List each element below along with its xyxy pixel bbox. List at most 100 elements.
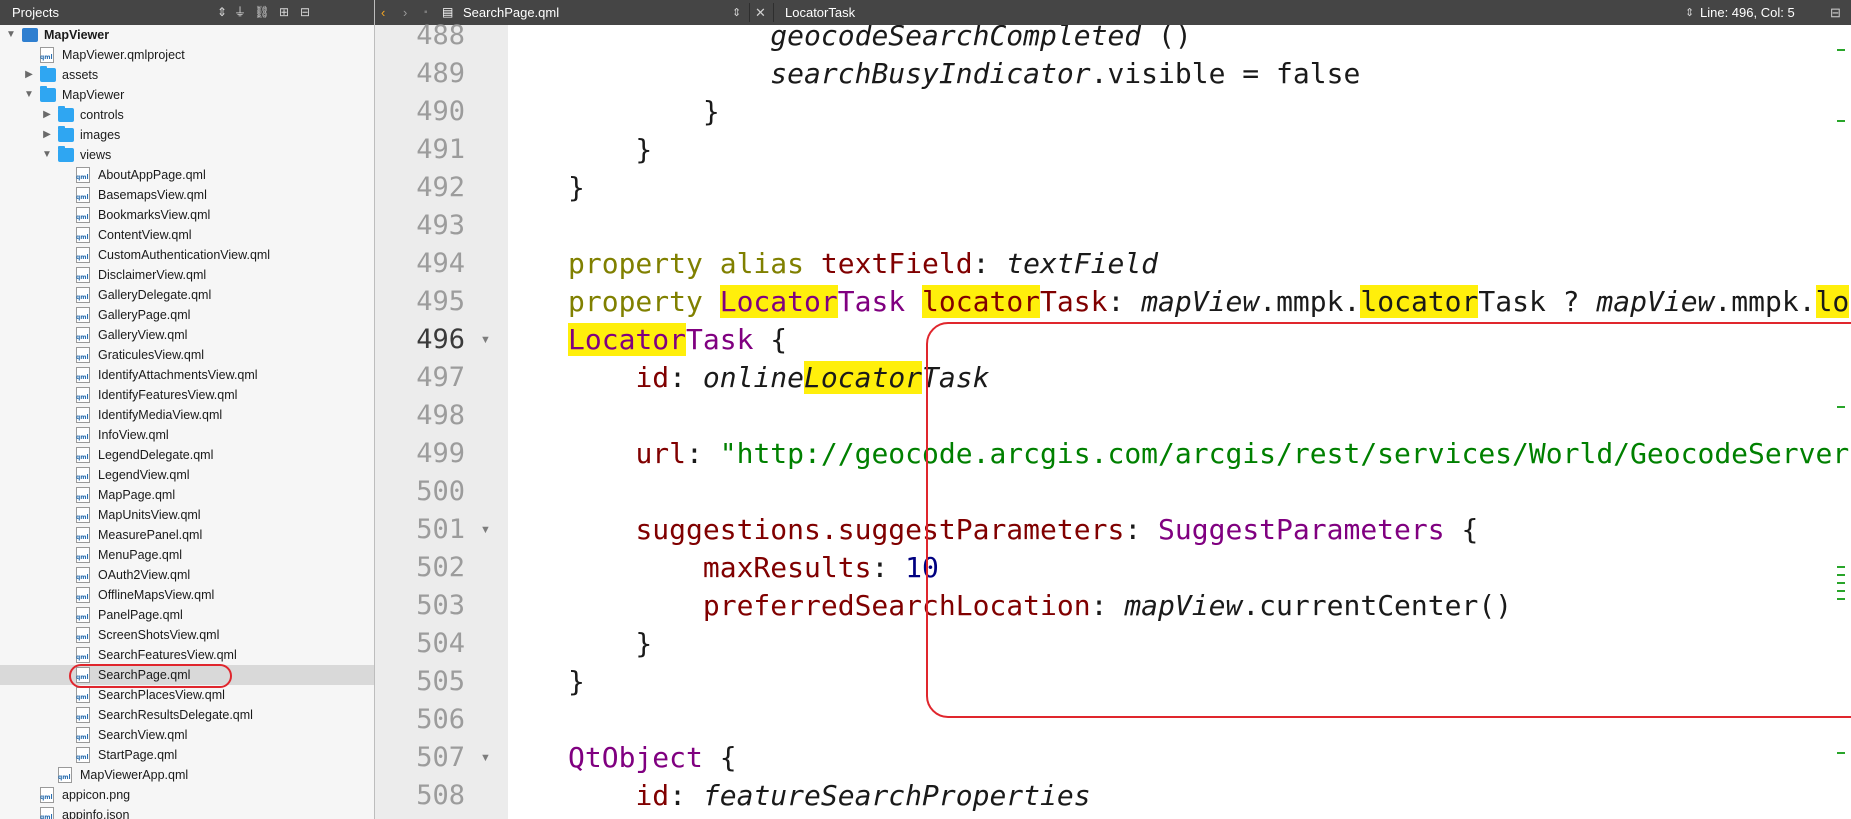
code-line[interactable]: } <box>568 625 652 663</box>
tree-item[interactable]: qml IdentifyAttachmentsView.qml <box>0 365 374 385</box>
tree-item[interactable]: qml BasemapsView.qml <box>0 185 374 205</box>
tree-item[interactable]: ▶ assets <box>0 65 374 85</box>
tree-item[interactable]: qml ContentView.qml <box>0 225 374 245</box>
tree-item[interactable]: ▼ MapViewer <box>0 25 374 45</box>
code-line[interactable]: maxResults: 10 <box>568 549 939 587</box>
folder-icon <box>40 86 56 102</box>
tree-item[interactable]: qml SearchFeaturesView.qml <box>0 645 374 665</box>
tree-item[interactable]: qml PanelPage.qml <box>0 605 374 625</box>
code-token: { <box>753 323 788 356</box>
code-token: : <box>972 247 1007 280</box>
split-icon[interactable]: ⊟ <box>1830 5 1841 21</box>
up-down-icon[interactable]: ⇕ <box>1685 6 1694 19</box>
up-down-icon[interactable]: ⇕ <box>732 6 741 19</box>
filter-icon[interactable]: ⏚ <box>232 4 248 20</box>
tree-item[interactable]: qml GalleryView.qml <box>0 325 374 345</box>
code-line[interactable]: property alias textField: textField <box>568 245 1158 283</box>
tree-item-label: GalleryPage.qml <box>98 308 191 322</box>
code-line[interactable]: } <box>568 663 585 701</box>
line-number: 505 <box>416 666 465 697</box>
tree-item[interactable]: qml AboutAppPage.qml <box>0 165 374 185</box>
tree-item[interactable]: qml OfflineMapsView.qml <box>0 585 374 605</box>
tree-item[interactable]: qml LegendView.qml <box>0 465 374 485</box>
file-icon: qml <box>76 507 90 523</box>
tree-item[interactable]: ▶ images <box>0 125 374 145</box>
code-line[interactable]: id: featureSearchProperties <box>568 777 1090 815</box>
code-token: Task ? <box>1478 285 1597 318</box>
fold-arrow-icon[interactable]: ▼ <box>480 739 496 777</box>
line-number: 507 <box>416 742 465 773</box>
tree-item[interactable]: qml MapUnitsView.qml <box>0 505 374 525</box>
tree-item[interactable]: qml MapViewer.qmlproject <box>0 45 374 65</box>
tree-item[interactable]: qml LegendDelegate.qml <box>0 445 374 465</box>
file-icon: qml <box>76 647 90 663</box>
code-line[interactable]: QtObject { <box>568 739 737 777</box>
symbol-selector[interactable]: LocatorTask <box>785 5 855 20</box>
tree-item[interactable]: qml appinfo.json <box>0 805 374 819</box>
line-number: 497 <box>416 362 465 393</box>
code-line[interactable]: } <box>568 93 720 131</box>
tree-item[interactable]: qml OAuth2View.qml <box>0 565 374 585</box>
tree-item[interactable]: ▶ controls <box>0 105 374 125</box>
folder-icon <box>40 66 56 82</box>
code-line[interactable]: geocodeSearchCompleted () <box>568 25 1191 55</box>
tree-item[interactable]: qml MeasurePanel.qml <box>0 525 374 545</box>
tree-item-label: assets <box>62 68 99 82</box>
expand-arrow-icon[interactable]: ▼ <box>41 145 53 165</box>
up-down-icon[interactable]: ⇕ <box>214 4 230 20</box>
tree-item[interactable]: ▼ MapViewer <box>0 85 374 105</box>
expand-arrow-icon[interactable]: ▼ <box>5 25 17 45</box>
tree-item[interactable]: qml MapViewerApp.qml <box>0 765 374 785</box>
tree-item[interactable]: ▼ views <box>0 145 374 165</box>
close-pane-icon[interactable]: ⊟ <box>297 4 313 20</box>
code-token: Locator <box>719 285 838 318</box>
code-token: property <box>568 285 720 318</box>
tree-item-label: MapViewer <box>62 88 125 102</box>
tree-item[interactable]: qml BookmarksView.qml <box>0 205 374 225</box>
tree-item[interactable]: qml GraticulesView.qml <box>0 345 374 365</box>
fold-arrow-icon[interactable]: ▼ <box>480 321 496 359</box>
code-line[interactable]: } <box>568 169 585 207</box>
tree-item[interactable]: qml SearchPlacesView.qml <box>0 685 374 705</box>
tree-item[interactable]: qml IdentifyMediaView.qml <box>0 405 374 425</box>
tree-item[interactable]: qml GalleryPage.qml <box>0 305 374 325</box>
file-icon: qml <box>76 247 90 263</box>
tree-item-label: MenuPage.qml <box>98 548 183 562</box>
tree-item[interactable]: qml MapPage.qml <box>0 485 374 505</box>
tree-item-label: OfflineMapsView.qml <box>98 588 215 602</box>
tree-item[interactable]: qml appicon.png <box>0 785 374 805</box>
fold-arrow-icon[interactable]: ▼ <box>480 511 496 549</box>
collapse-arrow-icon[interactable]: ▶ <box>23 65 35 85</box>
file-tab[interactable]: SearchPage.qml <box>463 5 559 20</box>
tree-item[interactable]: qml SearchView.qml <box>0 725 374 745</box>
tree-item[interactable]: qml MenuPage.qml <box>0 545 374 565</box>
tree-item[interactable]: qml DisclaimerView.qml <box>0 265 374 285</box>
expand-arrow-icon[interactable]: ▼ <box>23 85 35 105</box>
code-line[interactable]: } <box>568 131 652 169</box>
tree-item-label: IdentifyAttachmentsView.qml <box>98 368 258 382</box>
tree-item[interactable]: qml ScreenShotsView.qml <box>0 625 374 645</box>
file-icon: qml <box>76 467 90 483</box>
tree-item[interactable]: qml IdentifyFeaturesView.qml <box>0 385 374 405</box>
tree-item[interactable]: qml SearchResultsDelegate.qml <box>0 705 374 725</box>
tree-item[interactable]: qml InfoView.qml <box>0 425 374 445</box>
code-token: lo <box>1815 285 1850 318</box>
tree-item[interactable]: qml CustomAuthenticationView.qml <box>0 245 374 265</box>
link-icon[interactable]: ⛓ <box>254 4 270 20</box>
code-token: Task <box>686 323 754 356</box>
tree-item[interactable]: qml GalleryDelegate.qml <box>0 285 374 305</box>
code-line[interactable]: searchBusyIndicator.visible = false <box>568 55 1360 93</box>
code-line[interactable]: property LocatorTask locatorTask: mapVie… <box>568 283 1850 321</box>
change-marker <box>1837 406 1845 408</box>
split-icon[interactable]: ⊞ <box>276 4 292 20</box>
tree-item-label: controls <box>80 108 124 122</box>
code-line[interactable]: LocatorTask { <box>568 321 787 359</box>
collapse-arrow-icon[interactable]: ▶ <box>41 125 53 145</box>
collapse-arrow-icon[interactable]: ▶ <box>41 105 53 125</box>
close-icon[interactable]: ✕ <box>755 5 766 21</box>
tree-item-label: GalleryDelegate.qml <box>98 288 212 302</box>
tree-item[interactable]: qml StartPage.qml <box>0 745 374 765</box>
